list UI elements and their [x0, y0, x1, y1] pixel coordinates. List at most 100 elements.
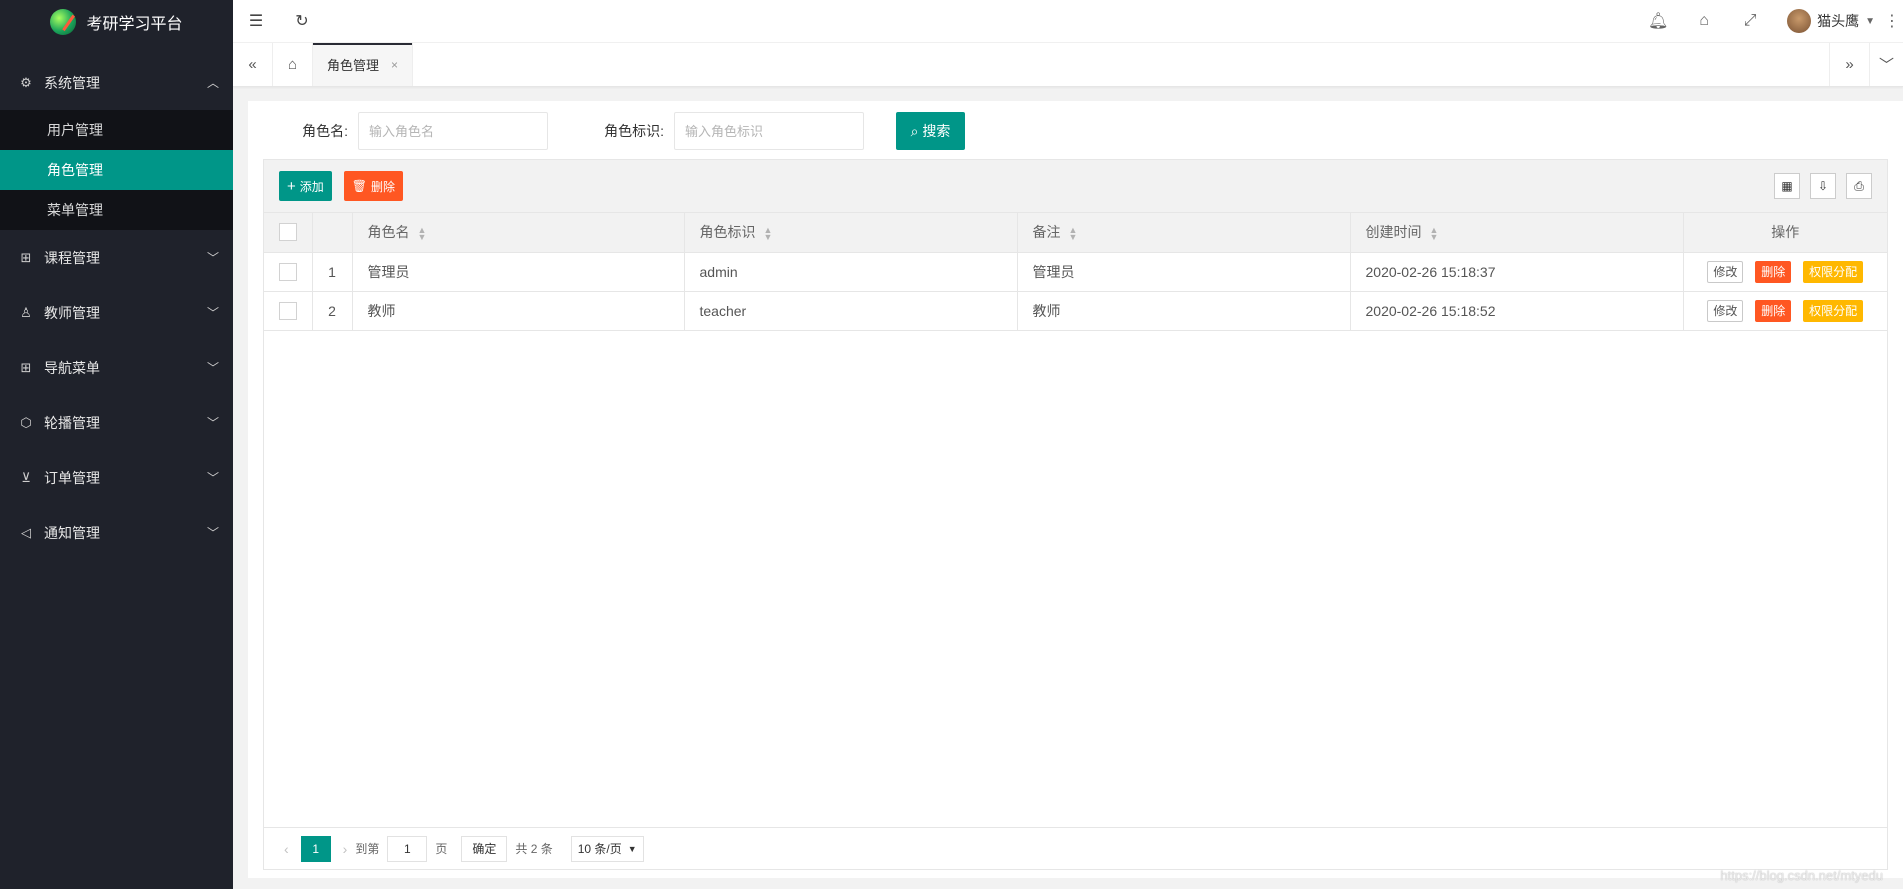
select-all-checkbox[interactable]: [278, 223, 297, 242]
columns-filter-button[interactable]: ▦: [1774, 173, 1800, 199]
current-page-button[interactable]: 1: [300, 835, 331, 862]
role-table: + 添加 🗑︎ 删除 ▦ ⇩ ⎙ 角色名 ▲ ▼ 角色标识 ▲ ▼ 备注 ▲ ▼…: [263, 159, 1888, 870]
close-icon[interactable]: ×: [391, 58, 398, 72]
sidebar-group-carousel[interactable]: ⬡ 轮播管理 ﹀: [0, 395, 233, 450]
row-checkbox[interactable]: [278, 301, 297, 320]
refresh-icon: ↻: [295, 13, 309, 30]
refresh-button[interactable]: ↻: [279, 0, 325, 43]
table-row[interactable]: 1 管理员 admin 管理员 2020-02-26 15:18:37 修改 删…: [264, 252, 1887, 292]
more-button[interactable]: ⋮: [1881, 0, 1903, 43]
col-label: 角色标识: [699, 224, 756, 241]
col-role-name[interactable]: 角色名 ▲ ▼: [352, 213, 685, 253]
tabs-scroll-right-button[interactable]: »: [1829, 43, 1869, 86]
sidebar-group-label: 导航菜单: [44, 359, 100, 376]
cell-role-key: teacher: [684, 291, 1018, 331]
sidebar-group-label: 课程管理: [44, 249, 100, 266]
sidebar-group-teachers[interactable]: ♙ 教师管理 ﹀: [0, 285, 233, 340]
page-tabs: « ⌂ 角色管理 × » ﹀: [233, 43, 1903, 87]
edit-button[interactable]: 修改: [1707, 260, 1744, 283]
sort-icon[interactable]: ▲ ▼: [418, 225, 427, 241]
tabs-options-button[interactable]: ﹀: [1869, 43, 1903, 86]
row-select-cell[interactable]: [264, 291, 313, 331]
permission-button[interactable]: 权限分配: [1803, 299, 1864, 322]
row-index: 1: [312, 252, 353, 292]
cell-role-key: admin: [684, 252, 1018, 292]
watermark: https://blog.csdn.net/mtyedu: [1720, 868, 1883, 883]
table-row[interactable]: 2 教师 teacher 教师 2020-02-26 15:18:52 修改 删…: [264, 291, 1887, 331]
row-delete-button[interactable]: 删除: [1755, 299, 1792, 322]
chevron-down-icon: ﹀: [206, 471, 219, 485]
chevron-down-icon: ﹀: [206, 526, 219, 540]
collapse-menu-button[interactable]: ☰: [233, 0, 279, 43]
col-remark[interactable]: 备注 ▲ ▼: [1017, 213, 1351, 253]
toolbar-right: ▦ ⇩ ⎙: [1774, 173, 1872, 199]
chevron-down-icon: ﹀: [206, 361, 219, 375]
delete-button[interactable]: 🗑︎ 删除: [343, 171, 404, 201]
submenu-system: 用户管理 角色管理 菜单管理: [0, 110, 233, 230]
sidebar-group-notices[interactable]: ◁ 通知管理 ﹀: [0, 505, 233, 560]
sidebar-group-navmenu[interactable]: ⊞ 导航菜单 ﹀: [0, 340, 233, 395]
col-role-key[interactable]: 角色标识 ▲ ▼: [684, 213, 1018, 253]
row-delete-button[interactable]: 删除: [1755, 260, 1792, 283]
prev-page-icon[interactable]: ‹: [284, 841, 289, 857]
tab-role-management[interactable]: 角色管理 ×: [313, 43, 414, 86]
export-button[interactable]: ⇩: [1810, 173, 1836, 199]
sort-icon[interactable]: ▲ ▼: [1069, 225, 1078, 241]
notification-button[interactable]: 🔔︎: [1635, 0, 1681, 43]
role-key-input[interactable]: [674, 112, 864, 150]
home-icon: ⌂: [287, 56, 298, 73]
delete-button-label: 删除: [371, 179, 396, 194]
app-logo[interactable]: 考研学习平台: [0, 0, 233, 43]
page-size-value: 10 条/页: [577, 842, 622, 856]
chevron-down-icon: ﹀: [206, 251, 219, 265]
total-count: 共 2 条: [515, 842, 553, 856]
sidebar-item-roles[interactable]: 角色管理: [0, 150, 233, 190]
sort-icon[interactable]: ▲ ▼: [764, 225, 773, 241]
sidebar-group-courses[interactable]: ⊞ 课程管理 ﹀: [0, 230, 233, 285]
edit-button[interactable]: 修改: [1707, 299, 1744, 322]
cell-actions: 修改 删除 权限分配: [1683, 291, 1887, 331]
sidebar-group-label: 订单管理: [44, 469, 100, 486]
print-icon: ⎙: [1854, 178, 1864, 193]
chevron-down-icon: ﹀: [206, 416, 219, 430]
permission-button[interactable]: 权限分配: [1803, 260, 1864, 283]
next-page-icon[interactable]: ›: [343, 841, 348, 857]
table-toolbar: + 添加 🗑︎ 删除 ▦ ⇩ ⎙: [264, 160, 1887, 213]
avatar: [1787, 9, 1812, 33]
search-button[interactable]: ⌕ 搜索: [896, 112, 965, 150]
main-content: 角色名: 角色标识: ⌕ 搜索 + 添加 🗑︎ 删除 ▦ ⇩: [248, 101, 1903, 878]
goto-page-input[interactable]: 1: [387, 835, 428, 862]
more-vertical-icon: ⋮: [1884, 13, 1900, 30]
col-created[interactable]: 创建时间 ▲ ▼: [1350, 213, 1684, 253]
sidebar-group-label: 轮播管理: [44, 414, 100, 431]
cell-role-name: 管理员: [352, 252, 685, 292]
cell-created: 2020-02-26 15:18:37: [1350, 252, 1684, 292]
col-label: 角色名: [367, 224, 410, 241]
add-button[interactable]: + 添加: [279, 171, 332, 201]
tabs-scroll-left-button[interactable]: «: [233, 43, 273, 86]
page-size-select[interactable]: 10 条/页 ▼: [570, 835, 644, 862]
select-all-cell[interactable]: [264, 213, 313, 253]
print-button[interactable]: ⎙: [1846, 173, 1872, 199]
sidebar-group-orders[interactable]: ⊻ 订单管理 ﹀: [0, 450, 233, 505]
role-name-input[interactable]: [358, 112, 548, 150]
user-name: 猫头鹰: [1817, 13, 1860, 29]
top-header: ☰ ↻ 🔔︎ ⌂ ⤢ 猫头鹰 ▼ ⋮: [233, 0, 1903, 43]
row-checkbox[interactable]: [278, 262, 297, 281]
goto-confirm-button[interactable]: 确定: [461, 835, 508, 862]
fullscreen-button[interactable]: ⤢: [1727, 0, 1773, 43]
row-select-cell[interactable]: [264, 252, 313, 292]
sidebar-group-system[interactable]: ⚙ 系统管理 ︿: [0, 55, 233, 110]
cell-remark: 管理员: [1017, 252, 1351, 292]
user-menu[interactable]: 猫头鹰 ▼: [1773, 9, 1881, 33]
sort-icon[interactable]: ▲ ▼: [1430, 225, 1439, 241]
sidebar-item-users[interactable]: 用户管理: [0, 110, 233, 150]
cube-icon: ⬡: [20, 414, 32, 430]
trash-icon: 🗑︎: [351, 179, 368, 193]
speaker-icon: ◁: [21, 524, 31, 540]
sidebar-item-menus[interactable]: 菜单管理: [0, 190, 233, 230]
home-tab[interactable]: ⌂: [273, 43, 313, 86]
tabs-right-controls: » ﹀: [1829, 43, 1903, 86]
theme-button[interactable]: ⌂: [1681, 0, 1727, 43]
table-header-row: 角色名 ▲ ▼ 角色标识 ▲ ▼ 备注 ▲ ▼ 创建时间 ▲ ▼ 操作: [264, 213, 1887, 253]
